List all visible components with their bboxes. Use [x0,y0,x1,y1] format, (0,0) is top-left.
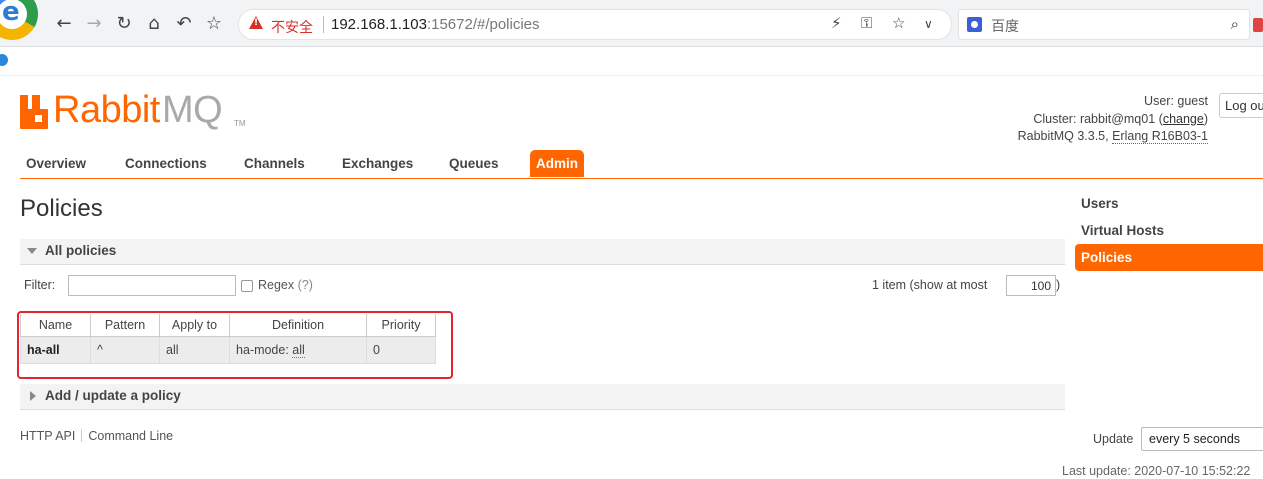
update-interval-select[interactable]: every 5 seconds [1141,427,1263,451]
reload-icon[interactable]: ↻ [113,13,135,35]
footer-links: HTTP API Command Line [20,429,173,443]
filter-label: Filter: [24,278,56,292]
collapse-triangle-icon [27,248,37,254]
tab-channels[interactable]: Channels [238,150,311,177]
undo-icon[interactable]: ↶ [173,13,195,35]
search-icon[interactable]: ⌕ [1231,15,1239,33]
regex-label: Regex (?) [258,278,313,292]
search-box[interactable]: 百度 ⌕ [958,9,1250,40]
regex-help-link[interactable]: (?) [298,278,313,292]
globe-icon[interactable] [0,54,8,66]
cluster-label: Cluster: [1033,111,1077,126]
baidu-icon [967,17,982,32]
regex-checkbox[interactable] [241,280,253,292]
star-icon[interactable]: ☆ [203,13,225,35]
key-icon[interactable]: ⚿ [861,14,872,32]
main-nav-tabs: Overview Connections Channels Exchanges … [20,150,1263,179]
logo-mq-text: MQ [162,89,223,131]
browser-logo-icon: e [0,0,38,40]
url-path: :15672/#/policies [426,16,540,33]
sidebar-item-virtual-hosts[interactable]: Virtual Hosts [1075,217,1263,244]
security-label: 不安全 [271,19,313,35]
logo-rabbit-text: Rabbit [53,89,160,131]
last-update-text: Last update: 2020-07-10 15:52:22 [1062,464,1251,478]
sidebar-item-users[interactable]: Users [1075,190,1263,217]
search-input[interactable]: 百度 [991,16,1019,36]
tab-connections[interactable]: Connections [119,150,213,177]
page-title: Policies [20,195,103,222]
version-text: RabbitMQ 3.3.5, [1017,129,1109,143]
add-policy-label: Add / update a policy [45,388,181,403]
expand-triangle-icon [30,391,36,401]
all-policies-header[interactable]: All policies [20,239,1065,265]
logout-button[interactable]: Log out [1219,93,1263,118]
cluster-name: rabbit@mq01 [1079,111,1156,126]
tab-admin[interactable]: Admin [530,150,584,177]
extension-icon[interactable] [1253,18,1263,32]
rabbit-mark-icon [20,95,48,129]
url-text[interactable]: 192.168.1.103:15672/#/policies [331,16,540,33]
regex-text: Regex [258,278,295,292]
sidebar-item-policies[interactable]: Policies [1075,244,1263,271]
user-label: User: [1144,94,1174,108]
filter-input[interactable] [68,275,236,296]
page-size-input[interactable]: 100 [1006,275,1056,296]
all-policies-label: All policies [45,243,117,258]
bookmark-bar [0,47,1263,76]
command-line-link[interactable]: Command Line [88,429,173,443]
paging-close: ) [1056,278,1061,292]
paging-text: 1 item (show at most [872,278,988,292]
login-info: User: guest Cluster: rabbit@mq01 (change… [1017,94,1208,144]
home-icon[interactable]: ⌂ [143,13,165,35]
admin-sidebar: Users Virtual Hosts Policies [1075,190,1263,271]
lightning-icon[interactable]: ⚡ [831,14,842,32]
address-bar[interactable]: 不安全 192.168.1.103:15672/#/policies ⚡ ⚿ ☆… [238,9,952,40]
tab-queues[interactable]: Queues [443,150,505,177]
bookmark-star-icon[interactable]: ☆ [892,14,905,32]
forward-icon[interactable]: → [83,13,105,35]
back-icon[interactable]: ← [53,13,75,35]
url-host: 192.168.1.103 [331,16,427,33]
separator [323,16,324,33]
tab-overview[interactable]: Overview [20,150,92,177]
browser-toolbar: e ← → ↻ ⌂ ↶ ☆ 不安全 192.168.1.103:15672/#/… [0,0,1263,47]
logo-tm: TM [234,119,246,128]
change-cluster-link[interactable]: change [1163,112,1204,126]
http-api-link[interactable]: HTTP API [20,429,75,443]
update-label: Update [1093,432,1134,446]
red-highlight-annotation [17,311,453,379]
warning-icon [249,16,263,29]
erlang-version: Erlang R16B03-1 [1112,129,1208,144]
tab-exchanges[interactable]: Exchanges [336,150,419,177]
chevron-down-icon[interactable]: ∨ [924,17,933,31]
add-policy-header[interactable]: Add / update a policy [20,384,1065,410]
user-name: guest [1177,94,1208,108]
